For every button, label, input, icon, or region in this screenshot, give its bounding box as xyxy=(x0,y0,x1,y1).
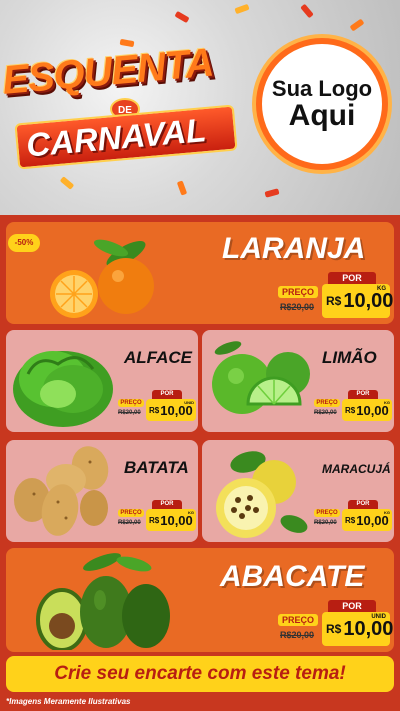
product-card-batata: BATATA POR PREÇO R$20,00 R$ 10,00 KG xyxy=(6,440,198,542)
passion-fruit-image xyxy=(216,451,308,538)
price-tag: POR PREÇO R$20,00 R$ 10,00 UNID xyxy=(118,390,196,422)
unit: KG xyxy=(384,400,390,405)
product-name: MARACUJÁ xyxy=(322,462,391,476)
avocado-image xyxy=(36,553,170,650)
product-card-maracuja: MARACUJÁ POR PREÇO R$20,00 R$ 10,00 KG xyxy=(202,440,394,542)
unit: KG xyxy=(377,286,386,292)
old-price: R$20,00 xyxy=(314,520,337,526)
confetti xyxy=(176,180,188,196)
preco-label: PREÇO xyxy=(118,399,144,407)
preco-label: PREÇO xyxy=(118,509,144,517)
preco-label: PREÇO xyxy=(314,509,340,517)
price-value: R$ 10,00 KG xyxy=(322,284,394,318)
confetti xyxy=(234,3,250,15)
product-name: LIMÃO xyxy=(322,348,377,367)
price-tag: POR PREÇO R$20,00 R$ 10,00 UNID xyxy=(278,600,394,646)
preco-label: PREÇO xyxy=(314,399,340,407)
currency: R$ xyxy=(345,515,356,525)
currency: R$ xyxy=(149,515,160,525)
cta-banner: Crie seu encarte com este tema! xyxy=(6,656,394,692)
event-title: ESQUENTA DE CARNAVAL xyxy=(0,40,252,180)
disclaimer: *Imagens Meramente Ilustrativas xyxy=(6,697,131,706)
product-name: BATATA xyxy=(124,458,189,477)
confetti xyxy=(264,188,280,198)
product-name: ABACATE xyxy=(220,560,365,593)
logo-line1: Sua Logo xyxy=(271,75,373,101)
confetti xyxy=(300,3,314,19)
unit: KG xyxy=(384,510,390,515)
price-tag: POR PREÇO R$20,00 R$ 10,00 KG xyxy=(314,390,392,422)
unit: KG xyxy=(188,510,194,515)
logo-line2: Aqui xyxy=(288,98,356,132)
old-price: R$20,00 xyxy=(118,410,141,416)
product-name: LARANJA xyxy=(222,232,366,265)
unit: UNID xyxy=(184,400,194,405)
logo-placeholder: Sua Logo Aqui xyxy=(256,38,388,170)
price-value: R$ 10,00 KG xyxy=(342,399,392,421)
preco-label: PREÇO xyxy=(278,614,318,626)
por-label: POR xyxy=(152,500,182,509)
product-card-alface: ALFACE POR PREÇO R$20,00 R$ 10,00 UNID xyxy=(6,330,198,432)
preco-label: PREÇO xyxy=(278,286,318,298)
confetti xyxy=(174,10,190,24)
title-line2: CARNAVAL xyxy=(14,104,238,170)
lettuce-image xyxy=(13,351,113,427)
potato-image xyxy=(14,446,109,536)
por-label: POR xyxy=(348,500,378,509)
product-card-abacate: ABACATE POR PREÇO R$20,00 R$ 10,00 UNID xyxy=(6,548,394,652)
por-label: POR xyxy=(328,272,376,284)
old-price: R$20,00 xyxy=(280,302,315,312)
price-value: R$ 10,00 UNID xyxy=(146,399,196,421)
price: 10,00 xyxy=(343,617,394,640)
orange-image xyxy=(50,239,154,318)
lime-image xyxy=(212,341,310,414)
price-value: R$ 10,00 KG xyxy=(342,509,392,531)
old-price: R$20,00 xyxy=(118,520,141,526)
price: 10,00 xyxy=(343,289,394,312)
currency: R$ xyxy=(326,294,342,308)
product-card-laranja: LARANJA POR PREÇO R$20,00 R$ 10,00 KG xyxy=(6,222,394,324)
currency: R$ xyxy=(149,405,160,415)
discount-badge: -50% xyxy=(8,234,40,252)
header: ESQUENTA DE CARNAVAL Sua Logo Aqui xyxy=(0,0,400,215)
price-tag: POR PREÇO R$20,00 R$ 10,00 KG xyxy=(118,500,196,532)
title-line1: ESQUENTA xyxy=(0,40,215,103)
confetti xyxy=(349,18,365,32)
price-tag: POR PREÇO R$20,00 R$ 10,00 KG xyxy=(314,500,392,532)
old-price: R$20,00 xyxy=(280,630,315,640)
currency: R$ xyxy=(326,622,342,636)
price-value: R$ 10,00 UNID xyxy=(322,612,394,646)
por-label: POR xyxy=(152,390,182,399)
product-card-limao: LIMÃO POR PREÇO R$20,00 R$ 10,00 KG xyxy=(202,330,394,432)
price-tag: POR PREÇO R$20,00 R$ 10,00 KG xyxy=(278,272,394,318)
old-price: R$20,00 xyxy=(314,410,337,416)
unit: UNID xyxy=(371,614,386,620)
product-name: ALFACE xyxy=(124,348,192,367)
por-label: POR xyxy=(328,600,376,612)
por-label: POR xyxy=(348,390,378,399)
currency: R$ xyxy=(345,405,356,415)
price-value: R$ 10,00 KG xyxy=(146,509,196,531)
